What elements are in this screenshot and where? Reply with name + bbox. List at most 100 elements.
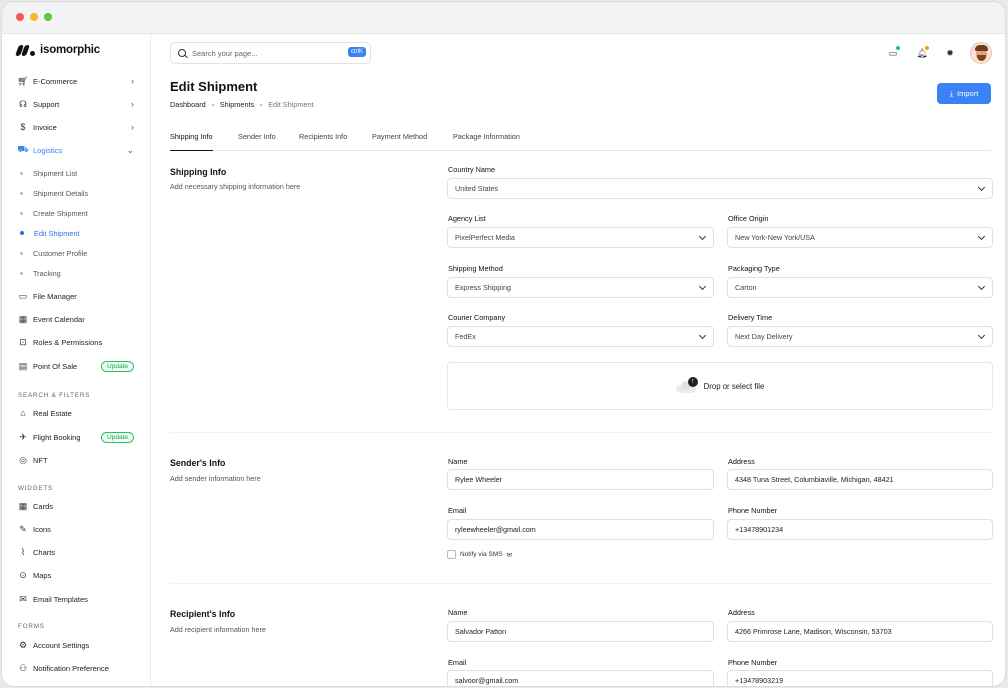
chevron-down-icon bbox=[977, 331, 986, 340]
delivery-select[interactable]: Next Day Delivery bbox=[727, 326, 993, 347]
sidebar: isomorphic 🛒︎ E-Commerce › ☊ Support › $… bbox=[2, 34, 151, 686]
import-button[interactable]: ⤓ Import bbox=[937, 83, 991, 104]
recipient-name-input[interactable]: Salvador Patton bbox=[447, 621, 714, 642]
sidebar-item-file-manager[interactable]: ▭ File Manager bbox=[18, 288, 134, 304]
sidebar-item-invoice[interactable]: $ Invoice › bbox=[18, 119, 134, 135]
shipping-section-title: Shipping Info bbox=[170, 167, 227, 177]
brush-icon: ✎ bbox=[19, 523, 27, 534]
sidebar-item-event-calendar[interactable]: ▦ Event Calendar bbox=[18, 311, 134, 327]
delivery-value: Next Day Delivery bbox=[735, 332, 793, 341]
sidebar-item-label: Event Calendar bbox=[33, 314, 85, 324]
office-select[interactable]: New York-New York/USA bbox=[727, 227, 993, 248]
agency-select[interactable]: PixelPerfect Media bbox=[447, 227, 714, 248]
minimize-window-button[interactable] bbox=[30, 13, 38, 21]
checkbox[interactable] bbox=[447, 550, 456, 559]
sidebar-item-label: Charts bbox=[33, 547, 56, 557]
sidebar-item-label: Roles & Permissions bbox=[33, 337, 103, 347]
recipient-email-input[interactable]: salvoor@gmail.com bbox=[447, 670, 714, 686]
user-gear-icon: ⚙︎ bbox=[18, 639, 28, 650]
sender-section-desc: Add sender information here bbox=[170, 474, 261, 483]
chevron-down-icon: ⌄ bbox=[126, 144, 134, 155]
sidebar-item-point-of-sale[interactable]: ▤ Point Of Sale Update bbox=[18, 358, 134, 374]
avatar[interactable] bbox=[970, 42, 992, 64]
sidebar-item-email-templates[interactable]: ✉︎ Email Templates bbox=[18, 591, 134, 607]
mail-icon: ✉︎ bbox=[506, 551, 513, 559]
chevron-right-icon: › bbox=[131, 76, 134, 86]
sidebar-subitem-customer-profile[interactable]: Customer Profile bbox=[20, 246, 87, 260]
bell-settings-icon: ⚇ bbox=[18, 662, 28, 673]
sender-name-label: Name bbox=[448, 457, 468, 466]
subitem-label: Edit Shipment bbox=[34, 228, 80, 238]
sidebar-subitem-tracking[interactable]: Tracking bbox=[20, 266, 61, 280]
file-dropzone[interactable]: ↑ Drop or select file bbox=[447, 362, 993, 410]
method-select[interactable]: Express Shipping bbox=[447, 277, 714, 298]
sidebar-item-account-settings[interactable]: ⚙︎ Account Settings bbox=[18, 637, 134, 653]
sidebar-item-nft[interactable]: ◎ NFT bbox=[18, 452, 134, 468]
bell-icon[interactable]: 🔔︎ bbox=[912, 43, 932, 63]
packaging-select[interactable]: Carton bbox=[727, 277, 993, 298]
sidebar-item-cards[interactable]: ▦ Cards bbox=[18, 498, 134, 514]
sidebar-item-label: Invoice bbox=[33, 122, 57, 132]
search-input[interactable]: Search your page... ctrlK bbox=[170, 42, 371, 64]
recipient-address-input[interactable]: 4266 Primrose Lane, Madison, Wisconsin, … bbox=[727, 621, 993, 642]
recipient-phone-input[interactable]: +13478903219 bbox=[727, 670, 993, 686]
sender-phone-input[interactable]: +13478901234 bbox=[727, 519, 993, 540]
sidebar-subitem-edit-shipment[interactable]: Edit Shipment bbox=[20, 226, 79, 240]
notify-sms-checkbox[interactable]: Notify via SMS ✉︎ bbox=[447, 550, 512, 559]
sidebar-subitem-shipment-list[interactable]: Shipment List bbox=[20, 166, 77, 180]
sidebar-item-roles-permissions[interactable]: ⊡ Roles & Permissions bbox=[18, 334, 134, 350]
logo-icon bbox=[14, 44, 35, 56]
search-icon bbox=[178, 49, 186, 57]
sidebar-item-label: Real Estate bbox=[33, 408, 72, 418]
calendar-icon: ▦ bbox=[18, 313, 28, 324]
tab-recipients-info[interactable]: Recipients Info bbox=[299, 132, 347, 151]
sidebar-item-notification-preference[interactable]: ⚇ Notification Preference bbox=[18, 660, 134, 676]
sender-address-input[interactable]: 4348 Tuna Street, Columbiaville, Michiga… bbox=[727, 469, 993, 490]
section-title-forms: FORMS bbox=[18, 623, 45, 630]
sidebar-subitem-shipment-details[interactable]: Shipment Details bbox=[20, 186, 88, 200]
country-label: Country Name bbox=[448, 165, 496, 174]
brand-name: isomorphic bbox=[40, 44, 100, 56]
logo[interactable]: isomorphic bbox=[14, 44, 100, 56]
search-placeholder: Search your page... bbox=[192, 48, 258, 58]
plane-icon: ✈︎ bbox=[19, 431, 27, 442]
truck-icon: ⛟ bbox=[17, 144, 29, 154]
breadcrumb-dashboard[interactable]: Dashboard bbox=[170, 100, 206, 109]
sidebar-item-flight-booking[interactable]: ✈︎ Flight Booking Update bbox=[18, 429, 134, 445]
method-label: Shipping Method bbox=[448, 264, 503, 273]
close-window-button[interactable] bbox=[16, 13, 24, 21]
recipient-name-value: Salvador Patton bbox=[455, 627, 507, 636]
sidebar-item-real-estate[interactable]: ⌂ Real Estate bbox=[18, 405, 134, 421]
tab-package-information[interactable]: Package Information bbox=[453, 132, 520, 151]
sidebar-item-logistics[interactable]: ⛟ Logistics ⌄ bbox=[17, 142, 134, 158]
tab-payment-method[interactable]: Payment Method bbox=[372, 132, 427, 151]
maximize-window-button[interactable] bbox=[44, 13, 52, 21]
sender-email-input[interactable]: ryleewheeler@gmail.com bbox=[447, 519, 714, 540]
sidebar-item-label: Cards bbox=[33, 501, 54, 511]
sidebar-item-support[interactable]: ☊ Support › bbox=[18, 96, 134, 112]
sidebar-item-maps[interactable]: ⊙ Maps bbox=[18, 567, 134, 583]
courier-select[interactable]: FedEx bbox=[447, 326, 714, 347]
breadcrumb-shipments[interactable]: Shipments bbox=[220, 100, 254, 109]
messages-icon[interactable]: ▭ bbox=[883, 43, 903, 63]
sender-section-title: Sender's Info bbox=[170, 458, 226, 468]
tab-shipping-info[interactable]: Shipping Info bbox=[170, 132, 213, 151]
subitem-label: Tracking bbox=[33, 268, 61, 278]
sidebar-item-label: NFT bbox=[33, 455, 48, 465]
sidebar-item-ecommerce[interactable]: 🛒︎ E-Commerce › bbox=[17, 73, 134, 89]
sender-phone-value: +13478901234 bbox=[735, 525, 784, 534]
tab-sender-info[interactable]: Sender Info bbox=[238, 132, 276, 151]
country-select[interactable]: United States bbox=[447, 178, 993, 199]
tabs: Shipping Info Sender Info Recipients Inf… bbox=[170, 126, 991, 151]
breadcrumb-current: Edit Shipment bbox=[268, 100, 314, 109]
sender-name-input[interactable]: Rylee Wheeler bbox=[447, 469, 714, 490]
chevron-down-icon bbox=[977, 232, 986, 241]
update-badge: Update bbox=[101, 431, 134, 443]
recipient-phone-label: Phone Number bbox=[728, 658, 778, 667]
sidebar-subitem-create-shipment[interactable]: Create Shipment bbox=[20, 206, 88, 220]
office-value: New York-New York/USA bbox=[735, 233, 815, 242]
recipient-section-title: Recipient's Info bbox=[170, 609, 236, 619]
sidebar-item-charts[interactable]: ⌇ Charts bbox=[18, 544, 134, 560]
sidebar-item-icons[interactable]: ✎ Icons bbox=[18, 521, 134, 537]
gear-icon[interactable]: ✹ bbox=[940, 43, 960, 63]
